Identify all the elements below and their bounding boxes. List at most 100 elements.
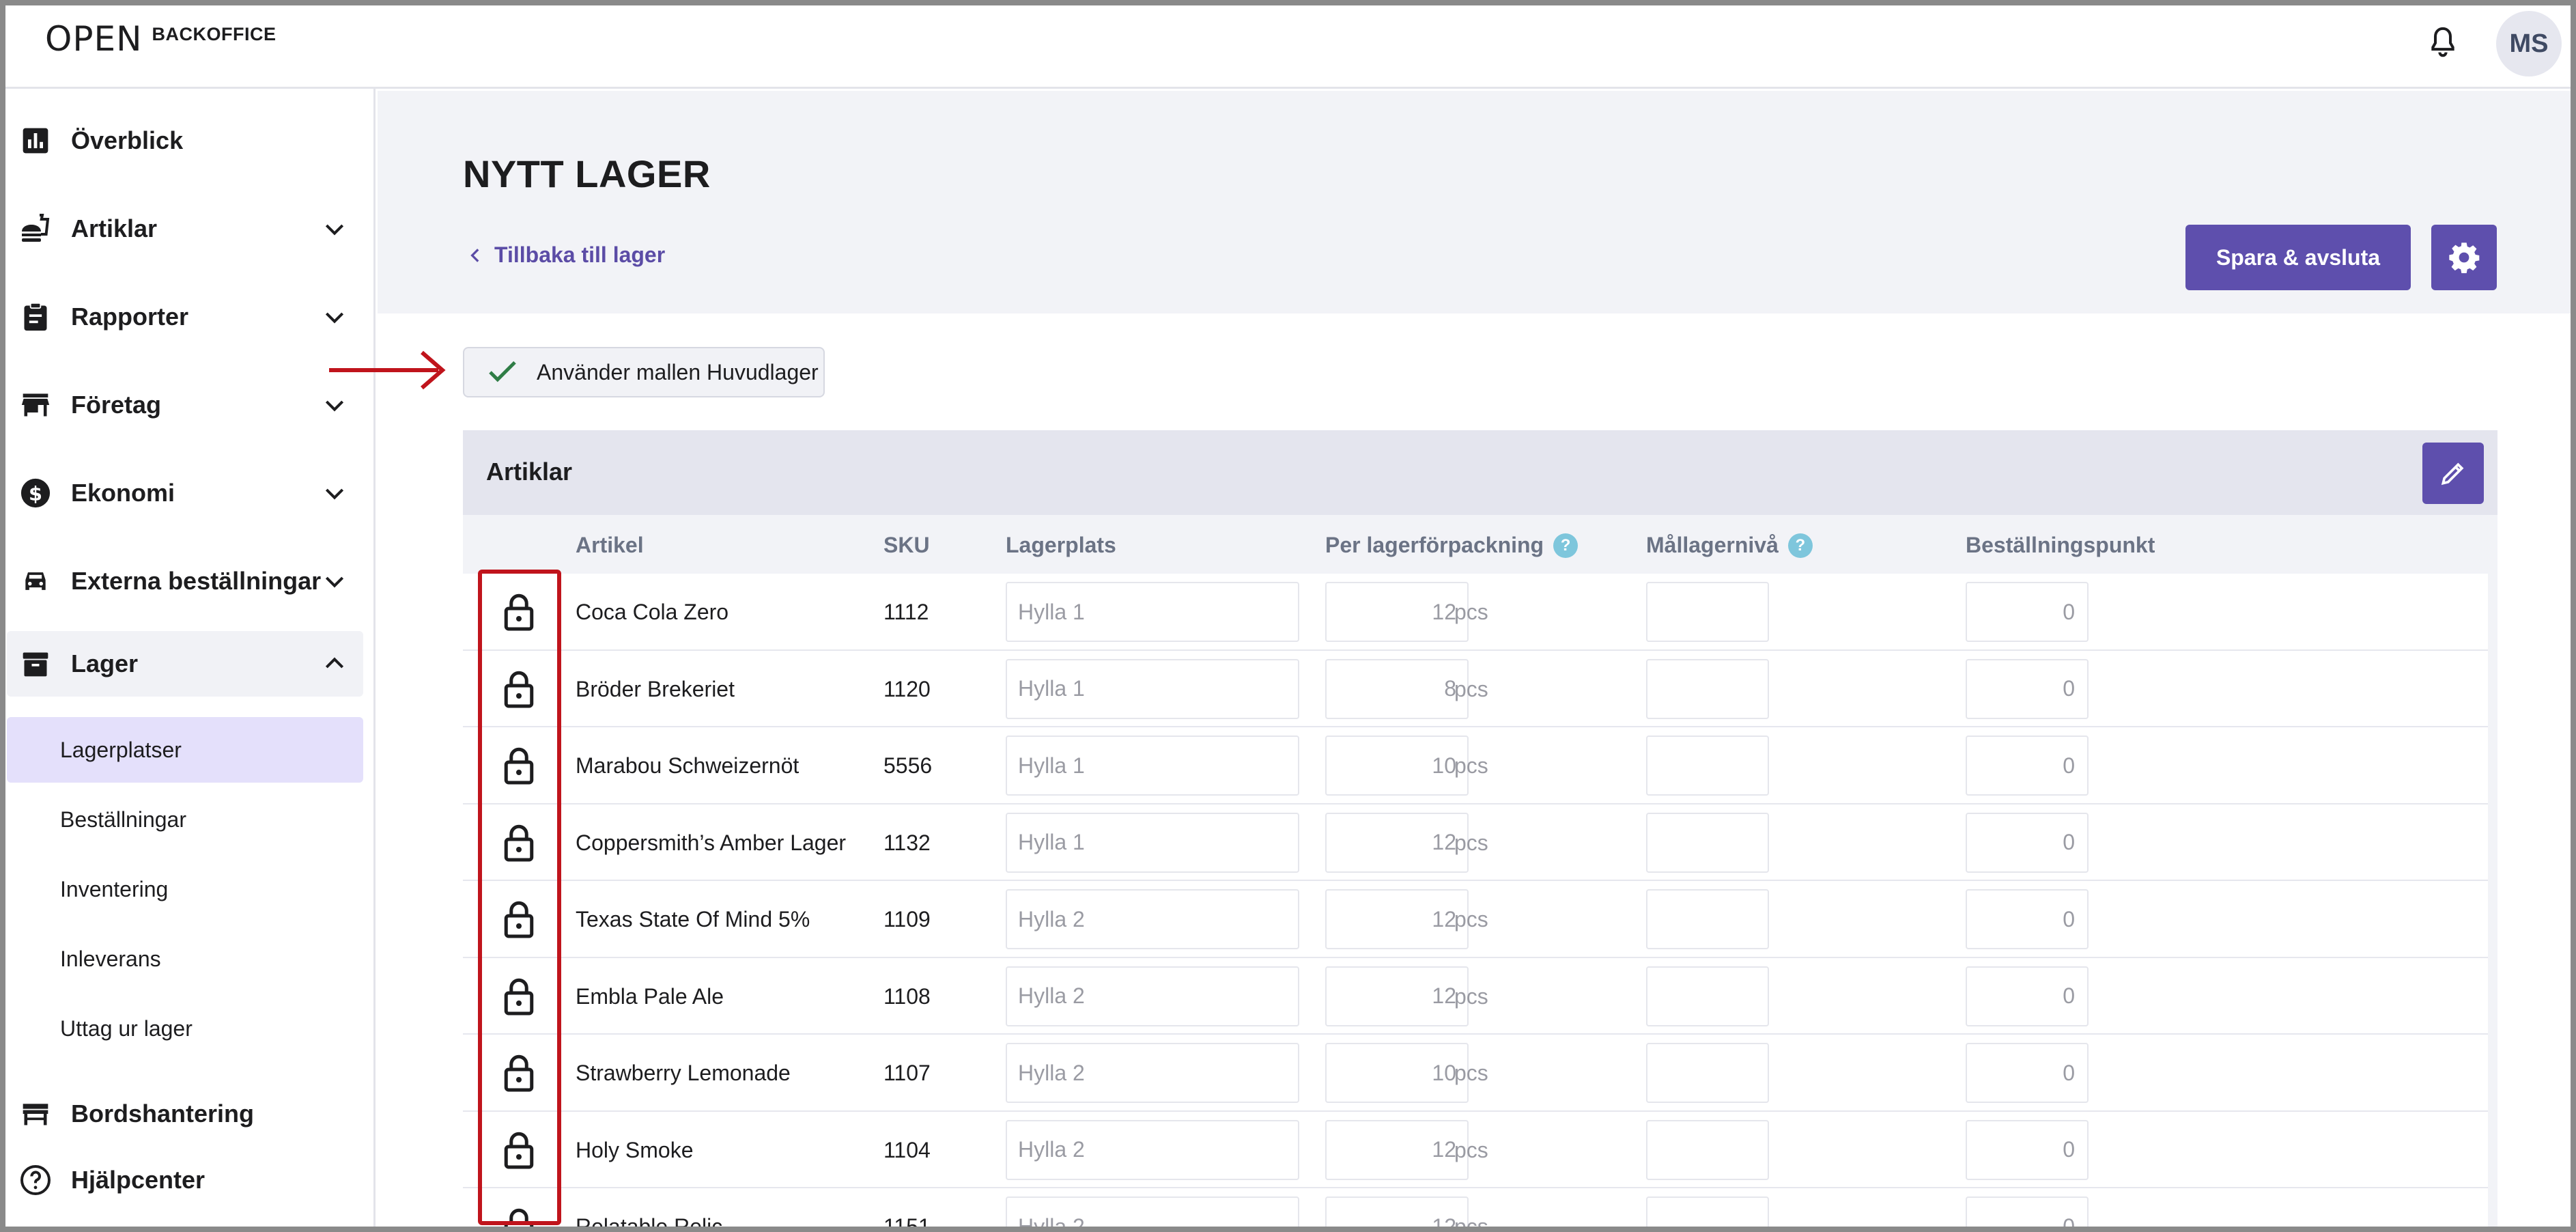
location-input[interactable]: Hylla 1	[1006, 736, 1299, 796]
per-pack-input[interactable]: 12	[1325, 812, 1469, 873]
articles-card: Artiklar Artikel SKU Lagerplats Per lage…	[463, 430, 2497, 1232]
location-input[interactable]: Hylla 2	[1006, 889, 1299, 949]
location-input[interactable]: Hylla 2	[1006, 1043, 1299, 1103]
logo[interactable]: OPEN BACKOFFICE	[45, 20, 277, 61]
top-bar: OPEN BACKOFFICE MS	[0, 0, 2576, 89]
per-pack-input[interactable]: 10	[1325, 1043, 1469, 1103]
per-pack-input[interactable]: 12	[1325, 966, 1469, 1026]
order-point-input[interactable]: 0	[1966, 736, 2089, 796]
lock-icon[interactable]	[498, 1052, 539, 1093]
order-point-input[interactable]: 0	[1966, 582, 2089, 642]
table-row: Relatable Relic 1151 Hylla 2 12 pcs 0	[463, 1188, 2488, 1232]
article-name: Embla Pale Ale	[576, 983, 724, 1009]
sidebar-item-label: Artiklar	[71, 214, 158, 242]
sidebar-subitem-bestallningar[interactable]: Beställningar	[7, 787, 363, 852]
per-pack-input[interactable]: 10	[1325, 736, 1469, 796]
per-pack-input[interactable]: 8	[1325, 658, 1469, 719]
lock-icon[interactable]	[498, 745, 539, 786]
article-sku: 1151	[883, 1214, 931, 1232]
unit-label: pcs	[1454, 907, 1488, 932]
user-avatar[interactable]: MS	[2496, 11, 2562, 76]
order-point-input[interactable]: 0	[1966, 1119, 2089, 1180]
articles-card-title: Artiklar	[486, 458, 573, 486]
location-input[interactable]: Hylla 2	[1006, 1119, 1299, 1180]
target-level-input[interactable]	[1646, 736, 1769, 796]
lock-icon[interactable]	[498, 1130, 539, 1171]
articles-card-header: Artiklar	[463, 430, 2497, 515]
table-row: Coca Cola Zero 1112 Hylla 1 12 pcs 0	[463, 574, 2488, 651]
order-point-input[interactable]: 0	[1966, 812, 2089, 873]
sidebar-subitem-lagerplatser[interactable]: Lagerplatser	[7, 717, 363, 783]
location-input[interactable]: Hylla 1	[1006, 812, 1299, 873]
order-point-input[interactable]: 0	[1966, 658, 2089, 719]
lock-icon[interactable]	[498, 591, 539, 632]
sidebar-subitem-inleverans[interactable]: Inleverans	[7, 926, 363, 992]
per-pack-input[interactable]: 12	[1325, 582, 1469, 642]
location-input[interactable]: Hylla 1	[1006, 658, 1299, 719]
unit-label: pcs	[1454, 1214, 1488, 1232]
column-header-sku: SKU	[883, 533, 930, 558]
sidebar: Överblick Artiklar Rapporter Företag $ E…	[0, 89, 376, 1232]
help-circle-icon	[18, 1162, 53, 1198]
logo-text: BACKOFFICE	[152, 24, 277, 44]
sidebar-item-externa-bestallningar[interactable]: Externa beställningar	[7, 548, 363, 614]
table-row: Bröder Brekeriet 1120 Hylla 1 8 pcs 0	[463, 650, 2488, 727]
sidebar-item-rapporter[interactable]: Rapporter	[7, 284, 363, 350]
lock-icon[interactable]	[498, 822, 539, 863]
order-point-input[interactable]: 0	[1966, 889, 2089, 949]
edit-button[interactable]	[2422, 443, 2484, 504]
chevron-down-icon	[325, 312, 344, 324]
target-level-input[interactable]	[1646, 658, 1769, 719]
order-point-input[interactable]: 0	[1966, 1196, 2089, 1232]
target-level-input[interactable]	[1646, 889, 1769, 949]
column-header-mallagerniva: Mållagernivå?	[1646, 533, 1813, 558]
article-name: Strawberry Lemonade	[576, 1061, 791, 1085]
location-input[interactable]: Hylla 2	[1006, 966, 1299, 1026]
column-header-label: Mållagernivå	[1646, 533, 1779, 557]
sidebar-item-hjalpcenter[interactable]: Hjälpcenter	[7, 1147, 363, 1213]
svg-text:$: $	[29, 482, 42, 505]
settings-button[interactable]	[2431, 225, 2497, 290]
page-title: NYTT LAGER	[463, 152, 711, 195]
lock-icon[interactable]	[498, 669, 539, 710]
chevron-up-icon	[325, 657, 344, 669]
logo-mark: OPEN	[45, 19, 143, 59]
order-point-input[interactable]: 0	[1966, 966, 2089, 1026]
target-level-input[interactable]	[1646, 1196, 1769, 1232]
unit-label: pcs	[1454, 676, 1488, 701]
target-level-input[interactable]	[1646, 812, 1769, 873]
lock-icon[interactable]	[498, 976, 539, 1017]
sidebar-item-lager[interactable]: Lager	[7, 631, 363, 697]
sidebar-item-overblick[interactable]: Överblick	[7, 108, 363, 173]
location-input[interactable]: Hylla 2	[1006, 1196, 1299, 1232]
sidebar-subitem-inventering[interactable]: Inventering	[7, 856, 363, 922]
sidebar-item-foretag[interactable]: Företag	[7, 372, 363, 438]
notification-bell-icon[interactable]	[2421, 20, 2465, 64]
per-pack-input[interactable]: 12	[1325, 889, 1469, 949]
help-icon[interactable]: ?	[1787, 533, 1813, 558]
back-to-lager-link[interactable]: Tillbaka till lager	[467, 242, 665, 268]
per-pack-input[interactable]: 12	[1325, 1119, 1469, 1180]
articles-table-body: Coca Cola Zero 1112 Hylla 1 12 pcs 0 Brö…	[463, 574, 2497, 1232]
sidebar-item-bordshantering[interactable]: Bordshantering	[7, 1081, 363, 1147]
chevron-down-icon	[325, 488, 344, 500]
table-row: Marabou Schweizernöt 5556 Hylla 1 10 pcs…	[463, 727, 2488, 804]
lock-icon[interactable]	[498, 1206, 539, 1232]
target-level-input[interactable]	[1646, 1043, 1769, 1103]
target-level-input[interactable]	[1646, 966, 1769, 1026]
sidebar-item-label: Hjälpcenter	[71, 1166, 206, 1194]
help-icon[interactable]: ?	[1553, 533, 1579, 558]
target-level-input[interactable]	[1646, 582, 1769, 642]
sidebar-item-ekonomi[interactable]: $ Ekonomi	[7, 460, 363, 526]
per-pack-input[interactable]: 12	[1325, 1196, 1469, 1232]
table-row: Strawberry Lemonade 1107 Hylla 2 10 pcs …	[463, 1035, 2488, 1112]
target-level-input[interactable]	[1646, 1119, 1769, 1180]
check-icon	[489, 361, 516, 382]
lock-icon[interactable]	[498, 899, 539, 940]
chevron-down-icon	[325, 576, 344, 588]
sidebar-item-artiklar[interactable]: Artiklar	[7, 196, 363, 262]
order-point-input[interactable]: 0	[1966, 1043, 2089, 1103]
save-and-exit-button[interactable]: Spara & avsluta	[2185, 225, 2411, 290]
location-input[interactable]: Hylla 1	[1006, 582, 1299, 642]
sidebar-subitem-uttag-ur-lager[interactable]: Uttag ur lager	[7, 996, 363, 1061]
